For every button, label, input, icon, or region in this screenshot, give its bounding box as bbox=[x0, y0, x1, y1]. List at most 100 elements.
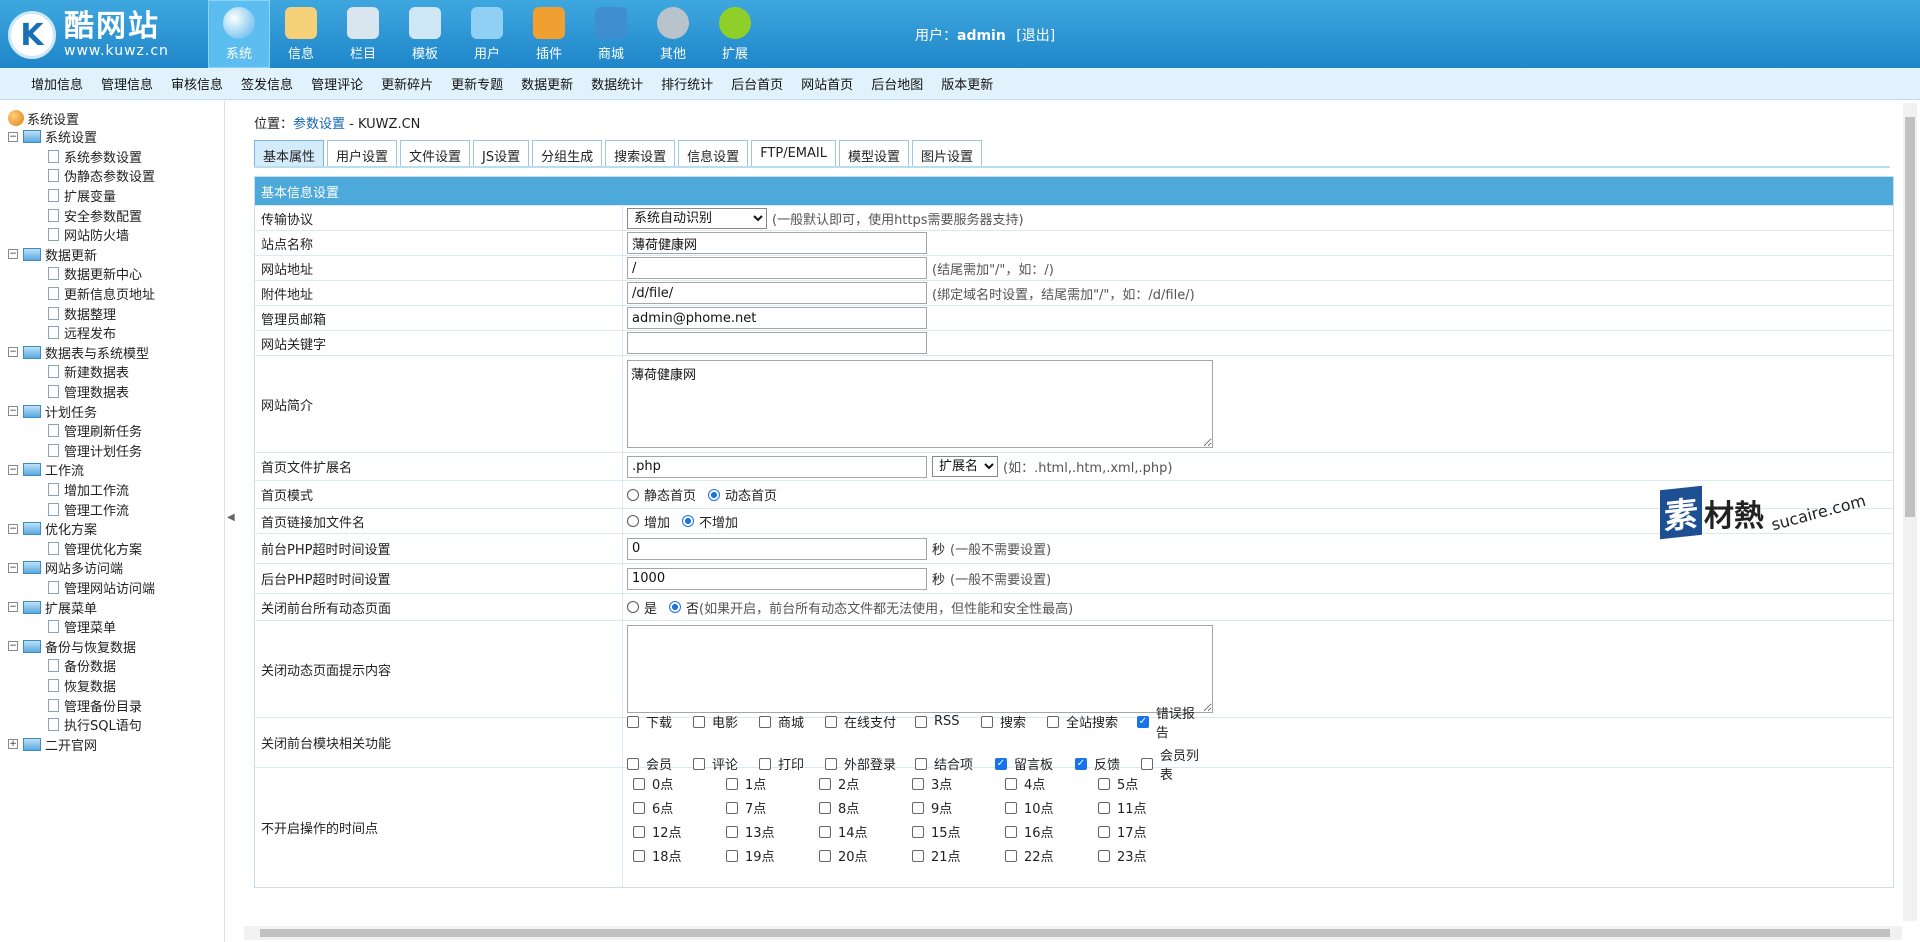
tree-item[interactable]: 扩展变量 bbox=[8, 186, 224, 206]
collapse-icon[interactable]: − bbox=[8, 131, 18, 142]
close-tip-textarea[interactable] bbox=[627, 625, 1213, 713]
menu-item-12[interactable]: 后台地图 bbox=[871, 74, 923, 93]
site-logo[interactable]: K 酷网站 www.kuwz.cn bbox=[8, 6, 208, 64]
tree-group[interactable]: + 二开官网 bbox=[8, 734, 224, 754]
tree-item[interactable]: 远程发布 bbox=[8, 323, 224, 343]
hour-checkbox[interactable]: 8点 bbox=[819, 798, 904, 817]
tab-9[interactable]: 图片设置 bbox=[912, 140, 983, 166]
tree-group[interactable]: − 优化方案 bbox=[8, 519, 224, 539]
menu-item-3[interactable]: 签发信息 bbox=[241, 74, 293, 93]
menu-item-2[interactable]: 审核信息 bbox=[171, 74, 223, 93]
tab-3[interactable]: JS设置 bbox=[473, 140, 530, 166]
collapse-icon[interactable]: − bbox=[8, 464, 18, 475]
tree-item[interactable]: 网站防火墙 bbox=[8, 225, 224, 245]
nav-8[interactable]: 扩展 bbox=[704, 0, 766, 68]
collapse-icon[interactable]: − bbox=[8, 347, 18, 358]
vertical-scrollbar[interactable] bbox=[1903, 103, 1917, 921]
tab-6[interactable]: 信息设置 bbox=[678, 140, 749, 166]
logout-link[interactable]: [退出] bbox=[1016, 28, 1055, 44]
hour-checkbox[interactable]: 18点 bbox=[633, 846, 718, 865]
collapse-icon[interactable]: − bbox=[8, 602, 18, 613]
nav-2[interactable]: 栏目 bbox=[332, 0, 394, 68]
collapse-icon[interactable]: − bbox=[8, 523, 18, 534]
tab-0[interactable]: 基本属性 bbox=[254, 140, 325, 166]
hour-checkbox[interactable]: 7点 bbox=[726, 798, 811, 817]
hour-checkbox[interactable]: 3点 bbox=[912, 774, 997, 793]
tree-item[interactable]: 执行SQL语句 bbox=[8, 715, 224, 735]
nav-6[interactable]: 商城 bbox=[580, 0, 642, 68]
horizontal-scrollbar[interactable] bbox=[244, 926, 1902, 940]
collapse-icon[interactable]: − bbox=[8, 406, 18, 417]
tree-item[interactable]: 备份数据 bbox=[8, 656, 224, 676]
tree-item[interactable]: 数据更新中心 bbox=[8, 264, 224, 284]
hour-checkbox[interactable]: 9点 bbox=[912, 798, 997, 817]
menu-item-5[interactable]: 更新碎片 bbox=[381, 74, 433, 93]
tree-item[interactable]: 管理刷新任务 bbox=[8, 421, 224, 441]
hour-checkbox[interactable]: 19点 bbox=[726, 846, 811, 865]
dynamic-index-radio[interactable]: 动态首页 bbox=[708, 485, 777, 504]
hour-checkbox[interactable]: 5点 bbox=[1098, 774, 1183, 793]
tab-8[interactable]: 模型设置 bbox=[839, 140, 910, 166]
tree-item[interactable]: 管理工作流 bbox=[8, 499, 224, 519]
close-dyn-yes-radio[interactable]: 是 bbox=[627, 598, 657, 617]
tree-item[interactable]: 管理菜单 bbox=[8, 617, 224, 637]
tree-item[interactable]: 管理备份目录 bbox=[8, 695, 224, 715]
tree-item[interactable]: 管理计划任务 bbox=[8, 441, 224, 461]
tree-item[interactable]: 系统参数设置 bbox=[8, 147, 224, 167]
nav-7[interactable]: 其他 bbox=[642, 0, 704, 68]
tree-group[interactable]: − 网站多访问端 bbox=[8, 558, 224, 578]
module-checkbox[interactable]: 全站搜索 bbox=[1047, 703, 1129, 741]
module-checkbox[interactable]: 搜索 bbox=[981, 703, 1039, 741]
hour-checkbox[interactable]: 4点 bbox=[1005, 774, 1090, 793]
ext-select[interactable]: 扩展名 bbox=[932, 456, 998, 477]
tree-group[interactable]: − 备份与恢复数据 bbox=[8, 636, 224, 656]
menu-item-4[interactable]: 管理评论 bbox=[311, 74, 363, 93]
tree-item[interactable]: 伪静态参数设置 bbox=[8, 166, 224, 186]
menu-item-10[interactable]: 后台首页 bbox=[731, 74, 783, 93]
tree-item[interactable]: 安全参数配置 bbox=[8, 205, 224, 225]
tree-group[interactable]: − 系统设置 bbox=[8, 127, 224, 147]
nav-4[interactable]: 用户 bbox=[456, 0, 518, 68]
hour-checkbox[interactable]: 22点 bbox=[1005, 846, 1090, 865]
hour-checkbox[interactable]: 20点 bbox=[819, 846, 904, 865]
tab-5[interactable]: 搜索设置 bbox=[605, 140, 676, 166]
tab-4[interactable]: 分组生成 bbox=[532, 140, 603, 166]
static-index-radio[interactable]: 静态首页 bbox=[627, 485, 696, 504]
tree-root[interactable]: 系统设置 bbox=[8, 109, 224, 128]
hour-checkbox[interactable]: 0点 bbox=[633, 774, 718, 793]
close-dyn-no-radio[interactable]: 否 bbox=[669, 598, 699, 617]
tree-item[interactable]: 恢复数据 bbox=[8, 676, 224, 696]
menu-item-8[interactable]: 数据统计 bbox=[591, 74, 643, 93]
tree-group[interactable]: − 工作流 bbox=[8, 460, 224, 480]
menu-item-0[interactable]: 增加信息 bbox=[31, 74, 83, 93]
nav-5[interactable]: 插件 bbox=[518, 0, 580, 68]
siteurl-input[interactable] bbox=[627, 257, 927, 279]
tab-2[interactable]: 文件设置 bbox=[400, 140, 471, 166]
breadcrumb-link[interactable]: 参数设置 bbox=[293, 117, 345, 132]
menu-item-7[interactable]: 数据更新 bbox=[521, 74, 573, 93]
tree-item[interactable]: 管理网站访问端 bbox=[8, 578, 224, 598]
hour-checkbox[interactable]: 15点 bbox=[912, 822, 997, 841]
sidebar-collapse-icon[interactable]: ◀ bbox=[227, 512, 235, 523]
hour-checkbox[interactable]: 17点 bbox=[1098, 822, 1183, 841]
tree-item[interactable]: 管理优化方案 bbox=[8, 538, 224, 558]
intro-textarea[interactable]: 薄荷健康网 bbox=[627, 360, 1213, 448]
tree-item[interactable]: 增加工作流 bbox=[8, 480, 224, 500]
menu-item-9[interactable]: 排行统计 bbox=[661, 74, 713, 93]
email-input[interactable] bbox=[627, 307, 927, 329]
module-checkbox[interactable]: 商城 bbox=[759, 703, 817, 741]
hour-checkbox[interactable]: 6点 bbox=[633, 798, 718, 817]
hour-checkbox[interactable]: 1点 bbox=[726, 774, 811, 793]
protocol-select[interactable]: 系统自动识别 bbox=[627, 207, 767, 229]
keywords-input[interactable] bbox=[627, 332, 927, 354]
tab-1[interactable]: 用户设置 bbox=[327, 140, 398, 166]
menu-item-6[interactable]: 更新专题 bbox=[451, 74, 503, 93]
sitename-input[interactable] bbox=[627, 232, 927, 254]
module-checkbox[interactable]: ✓ 错误报告 bbox=[1137, 703, 1207, 741]
tree-group[interactable]: − 扩展菜单 bbox=[8, 597, 224, 617]
hour-checkbox[interactable]: 13点 bbox=[726, 822, 811, 841]
hour-checkbox[interactable]: 21点 bbox=[912, 846, 997, 865]
tree-group[interactable]: − 数据更新 bbox=[8, 245, 224, 265]
hour-checkbox[interactable]: 14点 bbox=[819, 822, 904, 841]
collapse-icon[interactable]: − bbox=[8, 562, 18, 573]
